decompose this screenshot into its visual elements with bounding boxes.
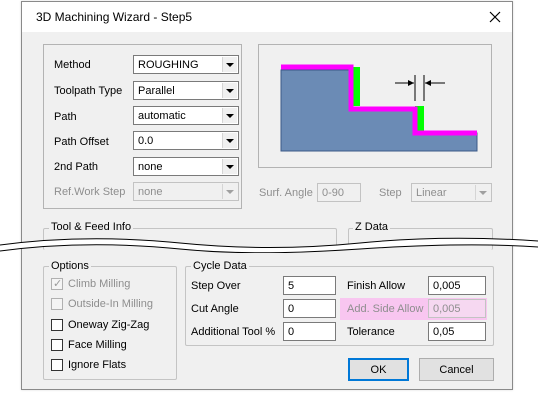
outside-in-milling-label: Outside-In Milling [68, 298, 153, 310]
z-data-title: Z Data [353, 221, 391, 233]
chevron-down-icon [222, 83, 237, 98]
step-select[interactable]: Linear [411, 183, 492, 202]
path-label: Path [54, 111, 77, 123]
finish-allow-field[interactable]: 0,005 [428, 276, 486, 295]
window-title: 3D Machining Wizard - Step5 [36, 10, 193, 24]
tool-feed-info-title: Tool & Feed Info [49, 221, 134, 233]
options-title: Options [49, 260, 91, 272]
face-milling-label: Face Milling [68, 339, 127, 351]
dimension-arrow-right [425, 80, 431, 86]
chevron-down-icon [222, 159, 237, 174]
cut-angle-label: Cut Angle [191, 303, 239, 315]
close-icon [489, 11, 501, 23]
toolpath-preview-diagram [280, 64, 478, 152]
tolerance-label: Tolerance [347, 326, 395, 338]
ok-button[interactable]: OK [348, 358, 409, 381]
path-select[interactable]: automatic [133, 106, 239, 125]
additional-tool-label: Additional Tool % [191, 326, 276, 338]
method-label: Method [54, 59, 91, 71]
surf-angle-label: Surf. Angle [259, 187, 313, 199]
tolerance-field[interactable]: 0,05 [428, 322, 486, 341]
oneway-zigzag-label: Oneway Zig-Zag [68, 319, 150, 331]
second-path-label: 2nd Path [54, 161, 99, 173]
close-button[interactable] [482, 5, 508, 29]
chevron-down-icon [222, 184, 237, 199]
toolpath-type-select[interactable]: Parallel [133, 81, 239, 100]
finish-allow-label: Finish Allow [347, 280, 406, 292]
side-allow-dimension [395, 75, 445, 101]
break-line-divider [0, 237, 538, 253]
check-icon: ✓ [53, 278, 63, 290]
chevron-down-icon [222, 108, 237, 123]
add-side-allow-field[interactable]: 0,005 [428, 299, 486, 318]
additional-tool-field[interactable]: 0 [283, 322, 336, 341]
title-bar: 3D Machining Wizard - Step5 [22, 2, 512, 32]
cut-angle-field[interactable]: 0 [283, 299, 336, 318]
path-offset-label: Path Offset [54, 136, 109, 148]
ref-work-step-select[interactable]: none [133, 182, 239, 201]
method-select[interactable]: ROUGHING [133, 55, 239, 74]
ref-work-step-label: Ref.Work Step [54, 186, 126, 198]
dimension-arrow-left [408, 80, 414, 86]
face-milling-checkbox[interactable] [51, 339, 63, 351]
step-over-label: Step Over [191, 280, 241, 292]
cancel-button[interactable]: Cancel [419, 358, 494, 381]
dialog-window: 3D Machining Wizard - Step5 Method ROUGH… [21, 1, 513, 390]
path-offset-select[interactable]: 0.0 [133, 131, 239, 150]
chevron-down-icon [475, 185, 490, 200]
second-path-select[interactable]: none [133, 157, 239, 176]
step-label: Step [379, 187, 402, 199]
toolpath-type-label: Toolpath Type [54, 85, 123, 97]
climb-milling-label: Climb Milling [68, 278, 131, 290]
add-side-allow-label: Add. Side Allow [347, 303, 424, 315]
chevron-down-icon [222, 133, 237, 148]
oneway-zigzag-checkbox[interactable] [51, 319, 63, 331]
surf-angle-field[interactable]: 0-90 [317, 183, 361, 202]
ignore-flats-label: Ignore Flats [68, 359, 127, 371]
step-over-field[interactable]: 5 [283, 276, 336, 295]
outside-in-milling-checkbox[interactable] [51, 298, 63, 310]
ignore-flats-checkbox[interactable] [51, 359, 63, 371]
climb-milling-checkbox[interactable]: ✓ [51, 278, 63, 290]
cycle-data-title: Cycle Data [191, 260, 249, 272]
chevron-down-icon [222, 57, 237, 72]
toolpath-preview-panel [258, 44, 492, 168]
